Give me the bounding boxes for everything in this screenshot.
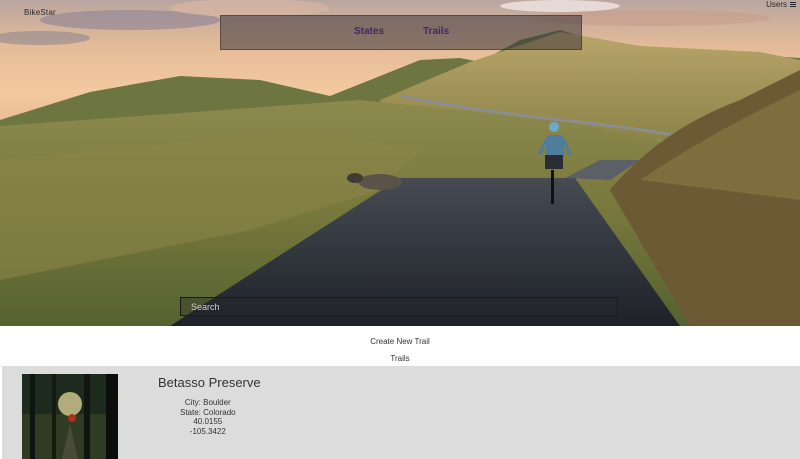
trail-latitude: 40.0155 xyxy=(193,417,223,426)
create-new-trail-link[interactable]: Create New Trail xyxy=(0,337,800,346)
trail-thumbnail-image[interactable] xyxy=(22,374,118,459)
nav-link-states[interactable]: States xyxy=(354,26,384,37)
trail-name: Betasso Preserve xyxy=(158,375,261,390)
users-menu-button[interactable]: Users xyxy=(766,0,796,9)
trail-state: State: Colorado xyxy=(180,407,236,417)
trail-city: City: Boulder xyxy=(184,398,231,407)
trail-longitude: -105.3422 xyxy=(189,426,226,436)
nav-bar: States Trails xyxy=(220,15,582,50)
brand-logo-text[interactable]: BikeStar xyxy=(24,8,56,17)
hamburger-menu-icon xyxy=(790,1,796,8)
users-label: Users xyxy=(766,0,787,9)
trails-section-heading: Trails xyxy=(390,354,410,363)
trail-card[interactable]: Betasso Preserve City: Boulder State: Co… xyxy=(2,366,800,459)
nav-link-trails[interactable]: Trails xyxy=(423,26,449,37)
trail-details: City: Boulder State: Colorado 40.0155 -1… xyxy=(180,398,236,436)
hero-banner: BikeStar Users States Trails xyxy=(0,0,800,326)
search-input[interactable] xyxy=(180,297,618,316)
